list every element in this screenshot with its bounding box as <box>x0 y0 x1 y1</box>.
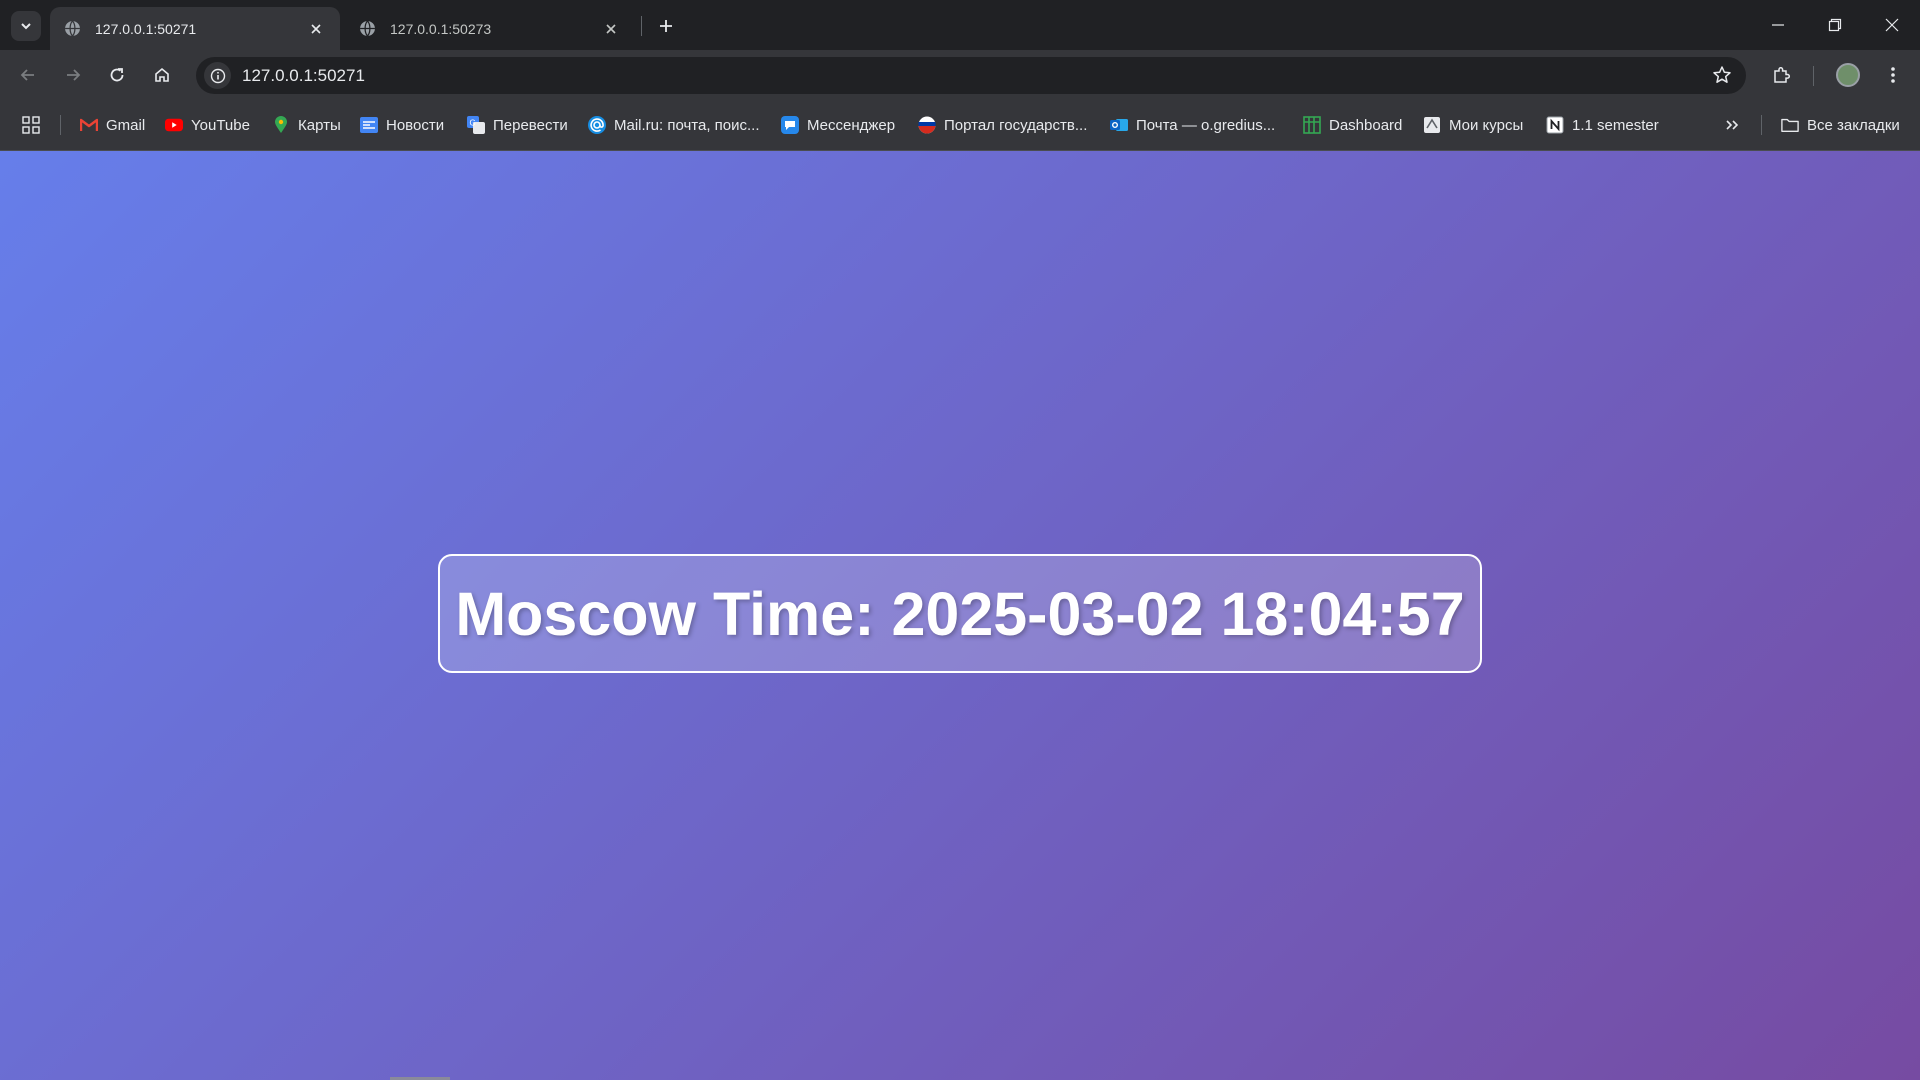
close-icon <box>311 23 321 34</box>
apps-button[interactable] <box>22 113 40 137</box>
bookmark-youtube[interactable]: YouTube <box>165 113 250 137</box>
home-button[interactable] <box>146 59 178 91</box>
url-text[interactable]: 127.0.0.1:50271 <box>242 66 365 86</box>
tab-inactive[interactable]: 127.0.0.1:50273 <box>345 7 635 50</box>
bookmark-news[interactable]: Новости <box>360 113 444 137</box>
gmail-icon <box>80 116 98 134</box>
bookmark-label: Карты <box>298 116 341 134</box>
tab-close-button[interactable] <box>306 19 326 39</box>
reload-button[interactable] <box>101 59 133 91</box>
bookmark-notion[interactable]: 1.1 semester <box>1546 113 1659 137</box>
globe-icon <box>65 20 80 37</box>
bookmarks-bar: Gmail YouTube Карты Новости G Перевести … <box>0 100 1920 151</box>
bookmark-label: Dashboard <box>1329 116 1403 134</box>
close-icon <box>606 23 616 34</box>
translate-icon: G <box>467 116 485 134</box>
messenger-icon <box>781 116 799 134</box>
avatar <box>1836 63 1860 87</box>
extensions-button[interactable] <box>1765 59 1797 91</box>
bookmark-label: YouTube <box>191 116 250 134</box>
reload-icon <box>110 68 124 82</box>
youtube-icon <box>165 116 183 134</box>
moscow-time-display: Moscow Time: 2025-03-02 18:04:57 <box>438 554 1482 673</box>
forward-button[interactable] <box>57 59 89 91</box>
maps-icon <box>272 116 290 134</box>
tab-search-button[interactable] <box>11 11 41 41</box>
restore-icon <box>1828 18 1841 32</box>
bookmark-star-button[interactable] <box>1712 65 1732 90</box>
tab-title: 127.0.0.1:50271 <box>95 20 197 37</box>
bookmark-mailru[interactable]: Mail.ru: почта, поис... <box>588 113 760 137</box>
tab-separator <box>641 16 642 36</box>
tab-close-button[interactable] <box>601 19 621 39</box>
restore-button[interactable] <box>1806 0 1863 50</box>
svg-text:G: G <box>470 119 476 128</box>
site-info-button[interactable] <box>204 62 231 89</box>
all-bookmarks-button[interactable]: Все закладки <box>1781 113 1900 137</box>
window-close-button[interactable] <box>1863 0 1920 50</box>
outlook-icon <box>1110 116 1128 134</box>
minimize-button[interactable] <box>1749 0 1806 50</box>
bookmark-label: Gmail <box>106 116 146 134</box>
kebab-menu-icon <box>1891 67 1895 83</box>
all-bookmarks-label: Все закладки <box>1807 116 1900 134</box>
bookmark-maps[interactable]: Карты <box>272 113 341 137</box>
toolbar: 127.0.0.1:50271 <box>0 50 1920 100</box>
address-bar[interactable]: 127.0.0.1:50271 <box>196 57 1746 94</box>
tab-active[interactable]: 127.0.0.1:50271 <box>50 7 340 50</box>
arrow-right-icon <box>67 69 81 81</box>
toolbar-separator <box>1813 66 1814 86</box>
double-chevron-right-icon <box>1726 120 1739 130</box>
bookmark-label: Портал государств... <box>944 116 1088 134</box>
chevron-down-icon <box>21 23 31 30</box>
new-tab-button[interactable] <box>651 11 681 41</box>
bookmark-label: Mail.ru: почта, поис... <box>614 116 760 134</box>
arrow-left-icon <box>20 69 34 81</box>
notion-icon <box>1546 116 1564 134</box>
mailru-icon <box>588 116 606 134</box>
page-content: Moscow Time: 2025-03-02 18:04:57 <box>0 151 1920 1080</box>
close-icon <box>1885 18 1898 32</box>
bookmarks-overflow-button[interactable] <box>1724 113 1740 137</box>
bookmark-gmail[interactable]: Gmail <box>80 113 145 137</box>
tab-title: 127.0.0.1:50273 <box>390 20 492 37</box>
tab-strip: 127.0.0.1:50271 127.0.0.1:50273 <box>0 0 1920 50</box>
courses-icon <box>1423 116 1441 134</box>
globe-icon <box>360 20 375 37</box>
bookmarks-separator <box>60 115 61 135</box>
home-icon <box>155 67 169 82</box>
info-icon <box>210 68 225 83</box>
bookmark-label: Перевести <box>493 116 568 134</box>
gosuslugi-icon <box>918 116 936 134</box>
bookmark-label: Почта — o.gredius... <box>1136 116 1276 134</box>
bookmark-translate[interactable]: G Перевести <box>467 113 568 137</box>
bookmark-messenger[interactable]: Мессенджер <box>781 113 895 137</box>
dashboard-icon <box>1303 116 1321 134</box>
bookmark-label: Мои курсы <box>1449 116 1524 134</box>
bookmark-dashboard[interactable]: Dashboard <box>1303 113 1402 137</box>
bookmarks-separator <box>1761 115 1762 135</box>
clock-text: Moscow Time: 2025-03-02 18:04:57 <box>455 579 1465 648</box>
bookmark-label: Мессенджер <box>807 116 896 134</box>
minimize-icon <box>1771 24 1784 26</box>
news-icon <box>360 116 378 134</box>
profile-button[interactable] <box>1832 59 1864 91</box>
star-icon <box>1713 66 1731 83</box>
apps-grid-icon <box>22 116 40 134</box>
plus-icon <box>660 20 672 32</box>
bookmark-outlook[interactable]: Почта — o.gredius... <box>1110 113 1275 137</box>
bookmark-gosuslugi[interactable]: Портал государств... <box>918 113 1087 137</box>
browser-chrome: 127.0.0.1:50271 127.0.0.1:50273 127.0.0.… <box>0 0 1920 151</box>
bookmark-courses[interactable]: Мои курсы <box>1423 113 1523 137</box>
back-button[interactable] <box>12 59 44 91</box>
puzzle-icon <box>1774 66 1791 83</box>
bookmark-label: 1.1 semester <box>1572 116 1659 134</box>
menu-button[interactable] <box>1877 59 1909 91</box>
folder-icon <box>1781 116 1799 134</box>
bookmark-label: Новости <box>386 116 445 134</box>
